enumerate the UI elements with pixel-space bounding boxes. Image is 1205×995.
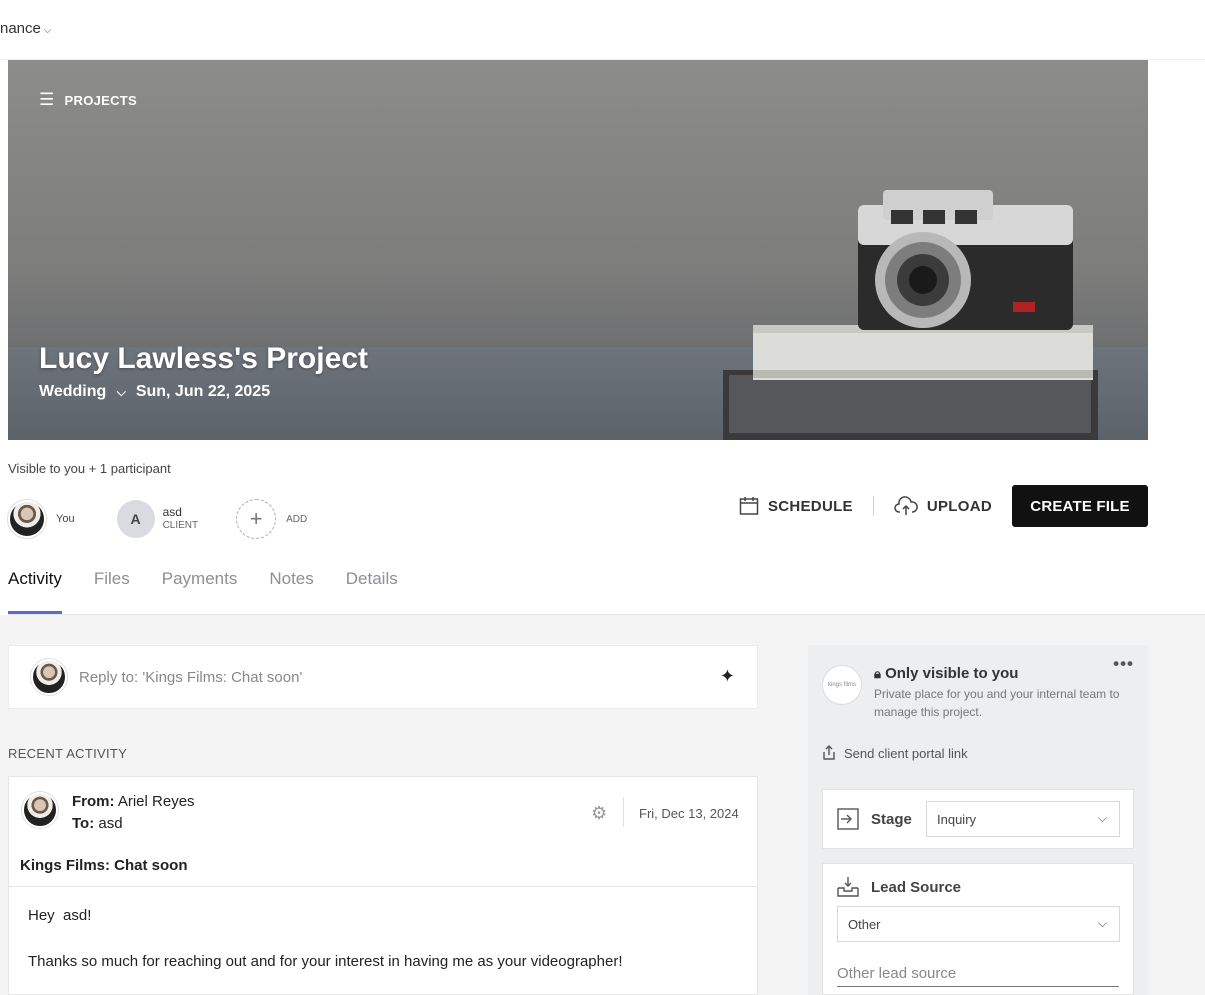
lead-source-panel: Lead Source Other ⌵ Other lead source (822, 863, 1134, 995)
hamburger-menu-icon: ☰ (39, 90, 55, 109)
upload-button[interactable]: UPLOAD (874, 496, 1012, 516)
cloud-upload-icon (894, 496, 918, 515)
email-body: Thanks so much for reaching out and for … (28, 953, 623, 970)
client-avatar[interactable]: A (116, 500, 155, 538)
create-file-button[interactable]: CREATE FILE (1012, 485, 1148, 527)
recent-activity-heading: RECENT ACTIVITY (8, 746, 128, 761)
finance-menu[interactable]: nance ⌵ (0, 20, 51, 37)
inbox-download-icon (837, 877, 859, 897)
stage-panel: Stage Inquiry ⌵ (822, 789, 1134, 849)
projects-nav-label: PROJECTS (64, 92, 138, 108)
client-role: CLIENT (162, 520, 199, 531)
sender-avatar (22, 792, 58, 828)
tab-payments[interactable]: Payments (162, 560, 238, 614)
chevron-down-icon: ⌵ (116, 385, 126, 399)
calendar-icon (739, 497, 759, 515)
projects-nav[interactable]: ☰ PROJECTS (39, 90, 137, 110)
reply-input[interactable]: Reply to: 'Kings Films: Chat soon' (79, 669, 302, 686)
plus-icon: + (249, 506, 263, 531)
user-avatar[interactable] (8, 500, 46, 538)
company-logo: kings films (822, 665, 862, 705)
lead-source-label: Lead Source (871, 878, 962, 896)
schedule-button[interactable]: SCHEDULE (719, 496, 874, 516)
email-greeting: Hey asd! (28, 907, 92, 924)
you-label: You (56, 513, 75, 525)
event-type-label: Wedding (39, 383, 107, 400)
gear-icon[interactable]: ⚙ (591, 803, 607, 824)
ai-sparkle-icon[interactable]: ✦ (720, 666, 735, 687)
upload-label: UPLOAD (926, 497, 992, 515)
add-participant-button[interactable]: + (236, 499, 277, 539)
lead-source-select[interactable]: Other ⌵ (837, 906, 1120, 942)
email-date: Fri, Dec 13, 2024 (639, 806, 739, 821)
more-options-icon[interactable]: ••• (1113, 654, 1134, 674)
to-name: asd (98, 815, 123, 832)
tab-files[interactable]: Files (94, 560, 130, 614)
client-name: asd (162, 505, 182, 519)
lead-source-value: Other (848, 916, 881, 932)
event-type-dropdown[interactable]: Wedding ⌵ (39, 383, 126, 401)
from-name: Ariel Reyes (117, 793, 195, 810)
stage-icon (837, 808, 859, 830)
stage-value: Inquiry (937, 811, 977, 827)
email-activity-card[interactable]: From: Ariel Reyes To: asd ⚙ Fri, Dec 13,… (8, 776, 758, 995)
schedule-label: SCHEDULE (767, 497, 853, 515)
participants-row: You A asd CLIENT + ADD (8, 497, 307, 541)
chevron-down-icon: ⌵ (1097, 811, 1107, 825)
divider (623, 797, 624, 827)
top-bar: nance ⌵ (0, 0, 1205, 60)
send-portal-link[interactable]: Send client portal link (822, 745, 968, 761)
from-label: From: (72, 793, 115, 810)
project-meta: Wedding ⌵ Sun, Jun 22, 2025 (39, 383, 270, 401)
finance-menu-label: nance (0, 20, 41, 37)
private-title: 🔒︎ Only visible to you (874, 665, 1018, 682)
reply-box[interactable]: Reply to: 'Kings Films: Chat soon' ✦ (8, 645, 758, 709)
project-date[interactable]: Sun, Jun 22, 2025 (136, 383, 270, 401)
private-description: Private place for you and your internal … (874, 687, 1120, 719)
project-actions: SCHEDULE UPLOAD CREATE FILE (719, 485, 1148, 527)
email-subject: Kings Films: Chat soon (20, 857, 188, 874)
lead-source-heading: Lead Source (837, 876, 961, 898)
chevron-down-icon: ⌵ (43, 25, 52, 36)
tab-notes[interactable]: Notes (269, 560, 313, 614)
stage-select[interactable]: Inquiry ⌵ (926, 801, 1120, 837)
tab-details[interactable]: Details (346, 560, 398, 614)
client-info: asd CLIENT (163, 505, 199, 533)
project-tabs: Activity Files Payments Notes Details (8, 560, 1205, 615)
divider (9, 886, 757, 887)
user-avatar (31, 659, 67, 695)
tab-activity[interactable]: Activity (8, 560, 62, 614)
stage-label: Stage (871, 810, 912, 828)
add-participant-label: ADD (286, 513, 308, 525)
share-icon (823, 745, 835, 760)
chevron-down-icon: ⌵ (1097, 916, 1107, 930)
visibility-note: Visible to you + 1 participant (8, 461, 171, 476)
project-title: Lucy Lawless's Project (39, 342, 368, 375)
project-sidebar: kings films 🔒︎ Only visible to you Priva… (808, 645, 1148, 995)
send-portal-link-label: Send client portal link (844, 745, 968, 761)
other-lead-source-input[interactable]: Other lead source (837, 965, 1119, 987)
stage-heading: Stage (837, 808, 912, 830)
email-from: From: Ariel Reyes (72, 793, 195, 810)
to-label: To: (72, 815, 95, 832)
camera-illustration (723, 190, 1098, 440)
private-title-text: Only visible to you (885, 665, 1019, 682)
project-header-banner: ☰ PROJECTS Lucy Lawless's Project Weddin… (8, 60, 1148, 440)
email-to: To: asd (72, 815, 123, 832)
lock-icon: 🔒︎ (874, 666, 881, 681)
